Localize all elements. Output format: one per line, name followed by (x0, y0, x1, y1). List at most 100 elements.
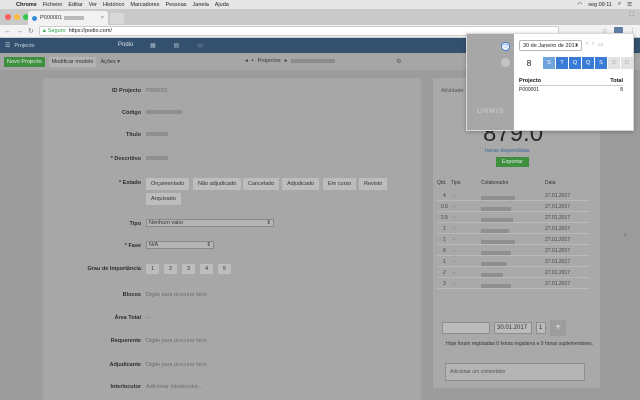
day-friday[interactable]: S (595, 57, 607, 69)
menu-history[interactable]: Histórico (103, 2, 124, 8)
tab-close-icon[interactable]: × (101, 15, 104, 21)
calendar-dot-icon[interactable] (501, 58, 510, 67)
export-button[interactable]: Exportar (496, 157, 529, 167)
interlocutor-input[interactable]: Adicionar Interlocutor... (146, 384, 202, 390)
field-desc-value[interactable] (146, 156, 168, 162)
minimize-window-icon[interactable] (14, 14, 20, 20)
awardee-search-input[interactable]: Digite para procurar item (146, 362, 207, 368)
breadcrumb-item-redacted[interactable] (291, 59, 336, 63)
field-code-value[interactable] (146, 110, 182, 116)
table-row[interactable]: 1-27.01.2017 (437, 234, 589, 245)
menu-bookmarks[interactable]: Marcadores (130, 2, 159, 8)
state-option[interactable]: Cancelado (243, 178, 280, 190)
workspace-label[interactable]: Projecto (14, 43, 34, 49)
menu-edit[interactable]: Editar (68, 2, 82, 8)
menu-help[interactable]: Ajuda (215, 2, 229, 8)
window-controls (5, 14, 29, 20)
table-row[interactable]: 1-27.01.2017 (437, 256, 589, 267)
importance-option[interactable]: 2 (164, 264, 177, 274)
modify-template-button[interactable]: Modificar modelo (48, 56, 97, 67)
menu-file[interactable]: Ficheiro (43, 2, 63, 8)
table-row[interactable]: 2-27.01.2017 (437, 267, 589, 278)
hours-note: Hoje foram registadas 0 horas regulares … (446, 341, 594, 347)
table-row[interactable]: 3-27.01.2017 (437, 278, 589, 289)
calendar-icon[interactable]: ▤ (174, 42, 180, 49)
type-select[interactable]: Nenhum valor ⇕ (146, 219, 274, 227)
chevron-right-icon[interactable]: › (624, 230, 627, 239)
requester-search-input[interactable]: Digite para procurar item (146, 338, 207, 344)
back-icon[interactable]: ← (4, 28, 11, 35)
day-thursday[interactable]: Q (582, 57, 594, 69)
list-icon[interactable]: ☰ (627, 2, 632, 8)
field-area-label: Área Total (114, 315, 142, 321)
hamburger-icon[interactable]: ☰ (5, 42, 10, 49)
table-row[interactable]: 8-27.01.2017 (437, 245, 589, 256)
wifi-icon[interactable]: ◠ (577, 2, 582, 8)
close-window-icon[interactable] (5, 14, 11, 20)
importance-option[interactable]: 4 (200, 264, 213, 274)
url-text[interactable]: https://podio.com/ (69, 28, 112, 34)
day-sunday[interactable]: D (621, 57, 633, 69)
clock-icon[interactable]: ◷ (501, 42, 510, 51)
importance-option[interactable]: 5 (218, 264, 231, 274)
col-qty[interactable]: Qtd. (437, 180, 446, 186)
date-input[interactable]: 30.01.2017 (494, 322, 532, 334)
field-interlocutor-label: Interlocutor (110, 384, 141, 390)
field-area-value[interactable]: --- (146, 315, 152, 321)
chevron-left-icon[interactable]: ‹ (586, 41, 588, 48)
new-tab-button[interactable] (110, 13, 124, 24)
calendar-icon[interactable]: ▭ (598, 41, 604, 48)
state-option[interactable]: Não adjudicado (193, 178, 242, 190)
actions-menu[interactable]: Ações ▾ (100, 59, 120, 65)
browser-tab[interactable]: P000001 × (28, 11, 108, 25)
inbox-icon[interactable]: ▭ (197, 42, 203, 49)
col-collaborator[interactable]: Colaborador (481, 180, 509, 186)
grid-icon[interactable]: ▦ (150, 42, 156, 49)
state-option[interactable]: Adjudicado (282, 178, 320, 190)
project-form-card: ID Projecto P000001 Código Título * Desc… (43, 78, 421, 400)
table-row[interactable]: 4-27.01.2017 (437, 190, 589, 201)
day-saturday[interactable]: S (608, 57, 620, 69)
forward-icon[interactable]: → (16, 28, 23, 35)
state-option[interactable]: Arquivado (146, 193, 181, 205)
hours-type-select[interactable] (442, 322, 490, 334)
date-select[interactable]: 30 de Janeiro de 2017 ▾ (519, 40, 582, 51)
popup-table-row[interactable]: P000001 8 (519, 87, 623, 94)
importance-option[interactable]: 1 (146, 264, 159, 274)
menu-view[interactable]: Ver (89, 2, 97, 8)
blocks-search-input[interactable]: Digite para procurar item (146, 292, 207, 298)
add-hours-button[interactable]: + (550, 320, 566, 336)
comment-input[interactable]: Adicionar um comentário (445, 363, 585, 381)
new-project-button[interactable]: Novo Projecto (4, 56, 45, 67)
menu-window[interactable]: Janela (193, 2, 209, 8)
row-total: 8 (620, 87, 623, 93)
search-icon[interactable]: ⌕ (618, 1, 621, 8)
phase-select[interactable]: N/A ⇕ (146, 241, 214, 249)
table-row[interactable]: 0.5-27.01.2017 (437, 201, 589, 212)
tab-title: P000001 (40, 15, 63, 21)
state-option[interactable]: Em curso (323, 178, 357, 190)
back-arrow-icon[interactable]: ◂ (245, 58, 248, 64)
table-row[interactable]: 2.5-27.01.2017 (437, 212, 589, 223)
chevron-right-icon[interactable]: › (592, 41, 594, 48)
podio-logo[interactable]: Podio (118, 42, 133, 48)
menu-people[interactable]: Pessoas (165, 2, 186, 8)
gear-icon[interactable]: ⚙ (396, 58, 401, 65)
menu-chrome[interactable]: Chrome (16, 2, 37, 8)
state-option[interactable]: Revisto (359, 178, 388, 190)
browser-tabbar: P000001 × ⛶ (0, 9, 640, 25)
col-type[interactable]: Tipo (451, 180, 461, 186)
day-monday[interactable]: S (543, 57, 555, 69)
state-option[interactable]: Orçamentado (146, 178, 190, 190)
qty-input[interactable]: 1 (536, 322, 546, 334)
secure-label: Seguro (47, 28, 66, 34)
field-title-value[interactable] (146, 132, 168, 138)
reload-icon[interactable]: ↻ (28, 27, 34, 35)
breadcrumb-projects[interactable]: Projectos (258, 58, 281, 64)
table-row[interactable]: 1-27.01.2017 (437, 223, 589, 234)
col-date[interactable]: Data (545, 180, 556, 186)
importance-option[interactable]: 3 (182, 264, 195, 274)
day-tuesday[interactable]: T (556, 57, 568, 69)
day-wednesday[interactable]: Q (569, 57, 581, 69)
profile-icon[interactable]: ⛶ (630, 12, 634, 19)
